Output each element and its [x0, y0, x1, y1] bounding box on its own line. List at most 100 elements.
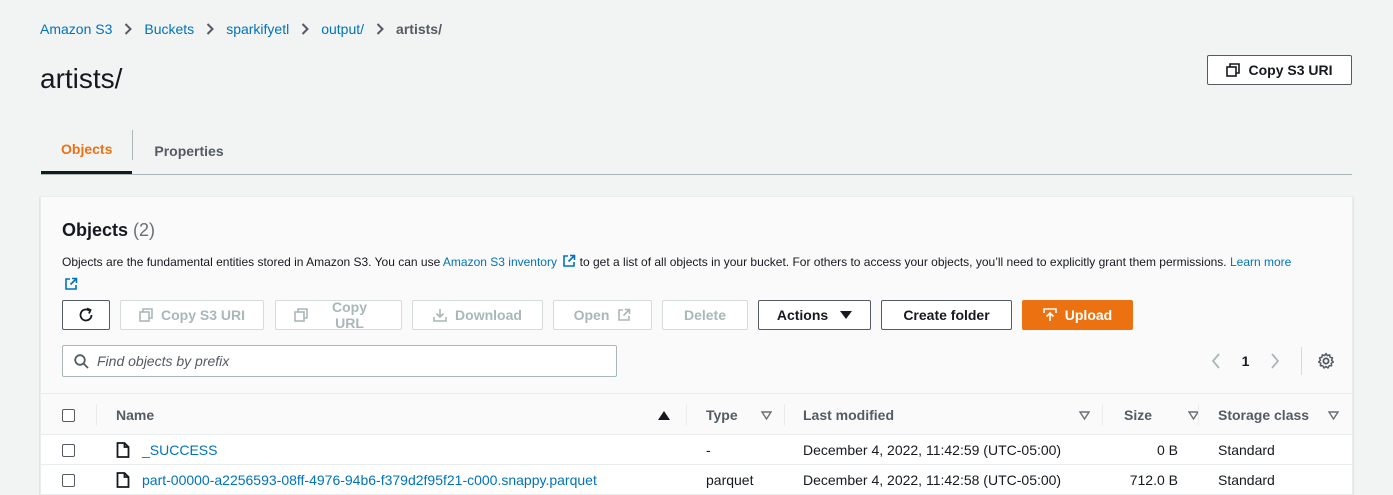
search-input[interactable] — [97, 353, 597, 369]
inventory-link-label: Amazon S3 inventory — [442, 255, 557, 269]
name-cell: _SUCCESS — [116, 435, 217, 465]
column-divider — [1102, 404, 1103, 426]
objects-count: (2) — [133, 220, 156, 240]
storage-class-cell: Standard — [1218, 442, 1275, 458]
previous-page-icon[interactable] — [1204, 353, 1228, 369]
next-page-icon[interactable] — [1263, 353, 1287, 369]
create-folder-button[interactable]: Create folder — [881, 300, 1012, 330]
column-header-last-modified[interactable]: Last modified — [803, 394, 1102, 436]
copy-icon — [294, 308, 308, 322]
external-link-icon — [617, 308, 631, 322]
select-all-checkbox[interactable] — [62, 408, 75, 422]
search-box — [62, 345, 617, 377]
file-icon — [116, 442, 130, 458]
pagination-divider — [1301, 347, 1302, 375]
chevron-right-icon — [124, 23, 133, 35]
objects-title: Objects — [62, 220, 129, 240]
inventory-link[interactable]: Amazon S3 inventory — [442, 254, 576, 269]
download-icon — [433, 308, 447, 322]
table-header: Name Type Last modified Size Storage cla… — [41, 393, 1352, 435]
column-divider — [1198, 404, 1199, 426]
copy-url-label: Copy URL — [332, 299, 367, 331]
delete-button[interactable]: Delete — [662, 300, 748, 330]
column-size-label: Size — [1124, 407, 1153, 423]
breadcrumb-buckets[interactable]: Buckets — [144, 21, 194, 37]
column-last-modified-label: Last modified — [803, 407, 895, 423]
description-text-1: Objects are the fundamental entities sto… — [62, 255, 443, 269]
download-button[interactable]: Download — [412, 300, 543, 330]
tab-objects[interactable]: Objects — [41, 127, 133, 174]
copy-s3-uri-label: Copy S3 URI — [161, 307, 246, 323]
open-label: Open — [573, 307, 610, 323]
actions-label: Actions — [776, 307, 829, 323]
create-folder-label: Create folder — [903, 307, 990, 323]
column-header-storage-class[interactable]: Storage class — [1218, 394, 1339, 436]
external-link-icon — [64, 277, 78, 298]
settings-gear-icon[interactable] — [1314, 352, 1338, 370]
copy-s3-uri-header-button[interactable]: Copy S3 URI — [1207, 55, 1352, 85]
objects-heading: Objects (2) — [62, 220, 155, 241]
last-modified-cell: December 4, 2022, 11:42:59 (UTC-05:00) — [803, 442, 1062, 458]
tab-bar: Objects Properties — [41, 127, 1352, 175]
objects-description: Objects are the fundamental entities sto… — [62, 252, 1302, 298]
upload-button[interactable]: Upload — [1022, 300, 1133, 330]
last-modified-cell: December 4, 2022, 11:42:58 (UTC-05:00) — [803, 472, 1062, 488]
chevron-right-icon — [376, 23, 384, 35]
row-checkbox-cell — [62, 435, 75, 465]
breadcrumb: Amazon S3 Buckets sparkifyetl output/ ar… — [40, 21, 442, 37]
column-header-type[interactable]: Type — [706, 394, 784, 436]
breadcrumb-amazon-s3[interactable]: Amazon S3 — [40, 21, 112, 37]
upload-icon — [1042, 308, 1057, 322]
objects-panel: Objects (2) Objects are the fundamental … — [40, 196, 1353, 495]
chevron-right-icon — [301, 23, 310, 35]
breadcrumb-current: artists/ — [396, 21, 442, 37]
table-row[interactable]: _SUCCESS - December 4, 2022, 11:42:59 (U… — [41, 435, 1352, 465]
copy-s3-uri-label: Copy S3 URI — [1248, 62, 1333, 78]
open-button[interactable]: Open — [553, 300, 652, 330]
objects-table: Name Type Last modified Size Storage cla… — [41, 393, 1352, 495]
page-title: artists/ — [40, 63, 123, 94]
copy-icon — [1226, 63, 1241, 77]
copy-icon — [139, 308, 153, 322]
size-cell: 712.0 B — [1129, 472, 1178, 488]
sort-icon[interactable] — [1328, 410, 1339, 420]
column-divider — [784, 404, 785, 426]
copy-s3-uri-button[interactable]: Copy S3 URI — [120, 300, 264, 330]
sort-icon[interactable] — [1079, 410, 1090, 420]
column-divider — [96, 404, 97, 426]
object-link[interactable]: _SUCCESS — [142, 442, 217, 458]
size-cell: 0 B — [1156, 442, 1178, 458]
caret-down-icon — [840, 311, 853, 319]
type-cell: parquet — [706, 472, 754, 488]
copy-url-button[interactable]: Copy URL — [275, 299, 402, 331]
learn-more-label: Learn more — [1229, 255, 1292, 269]
column-storage-class-label: Storage class — [1218, 407, 1310, 423]
type-cell: - — [706, 442, 711, 458]
description-text-2: to get a list of all objects in your buc… — [576, 255, 1230, 269]
external-link-icon — [562, 254, 576, 275]
actions-dropdown-button[interactable]: Actions — [758, 300, 871, 330]
select-all-checkbox-cell — [62, 394, 78, 436]
column-header-name[interactable]: Name — [116, 394, 686, 436]
breadcrumb-bucket[interactable]: sparkifyetl — [226, 21, 289, 37]
refresh-icon — [78, 307, 94, 323]
breadcrumb-output[interactable]: output/ — [321, 21, 364, 37]
name-cell: part-00000-a2256593-08ff-4976-94b6-f379d… — [116, 465, 597, 495]
delete-label: Delete — [683, 307, 727, 323]
column-header-size[interactable]: Size — [1124, 394, 1199, 436]
row-checkbox[interactable] — [62, 473, 75, 487]
table-row[interactable]: part-00000-a2256593-08ff-4976-94b6-f379d… — [41, 465, 1352, 495]
current-page-number[interactable]: 1 — [1228, 353, 1263, 369]
pagination: 1 — [1204, 345, 1338, 377]
sort-ascending-icon[interactable] — [658, 410, 670, 420]
sort-icon[interactable] — [761, 410, 772, 420]
upload-label: Upload — [1064, 307, 1113, 323]
row-checkbox[interactable] — [62, 443, 75, 457]
column-name-label: Name — [116, 407, 155, 423]
column-type-label: Type — [706, 407, 738, 423]
tab-properties[interactable]: Properties — [133, 127, 244, 174]
refresh-button[interactable] — [62, 300, 110, 330]
download-label: Download — [455, 307, 522, 323]
column-divider — [686, 404, 687, 426]
object-link[interactable]: part-00000-a2256593-08ff-4976-94b6-f379d… — [142, 472, 597, 488]
